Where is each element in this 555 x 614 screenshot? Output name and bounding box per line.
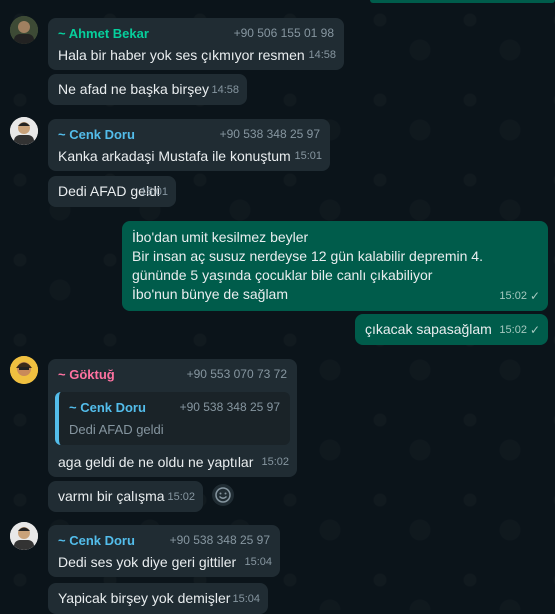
message-status: 15:02 ✓ [499, 287, 540, 306]
emoji-smile-glyph [215, 487, 231, 503]
avatar-cenk[interactable] [10, 522, 38, 550]
message-line: gününde 5 yaşında çocuklar bile canlı çı… [132, 267, 433, 283]
message-time: 15:02 [261, 456, 289, 468]
quoted-sender-row: ~ Cenk Doru +90 538 348 25 97 [69, 398, 280, 417]
message-time: 15:01 [140, 186, 168, 198]
sender-phone: +90 506 155 01 98 [233, 26, 334, 40]
message-bubble[interactable]: Ne afad ne başka birşey 14:58 [48, 74, 247, 105]
message-time: 14:58 [211, 84, 239, 96]
message-text: Hala bir haber yok ses çıkmıyor resmen [58, 47, 305, 63]
sender-name[interactable]: ~ Cenk Doru [58, 531, 135, 550]
previous-message-edge [370, 0, 555, 3]
double-check-icon: ✓ [529, 323, 540, 337]
message-line: İbo'dan umit kesilmez beyler [132, 229, 309, 245]
message-text: Dedi ses yok diye geri gittiler [58, 554, 237, 570]
avatar-image [10, 356, 38, 384]
sender-row: ~ Cenk Doru +90 538 348 25 97 [58, 531, 270, 550]
message-time: 15:04 [232, 593, 260, 605]
message-bubble[interactable]: Yapicak birşey yok demişler 15:04 [48, 583, 268, 614]
message-text: Kanka arkadaşi Mustafa ile konuştum [58, 148, 291, 164]
sender-row: ~ Cenk Doru +90 538 348 25 97 [58, 125, 320, 144]
sender-row: ~ Ahmet Bekar +90 506 155 01 98 [58, 24, 334, 43]
emoji-smile-icon[interactable] [212, 484, 234, 506]
sender-name[interactable]: ~ Cenk Doru [58, 125, 135, 144]
quoted-message[interactable]: ~ Cenk Doru +90 538 348 25 97 Dedi AFAD … [55, 392, 290, 445]
quoted-text: Dedi AFAD geldi [69, 422, 164, 437]
double-check-icon: ✓ [529, 289, 540, 303]
sender-phone: +90 538 348 25 97 [219, 127, 320, 141]
message-bubble[interactable]: varmı bir çalışma 15:02 [48, 481, 203, 512]
message-status: 15:02 ✓ [499, 321, 540, 340]
avatar-cenk[interactable] [10, 117, 38, 145]
message-text: aga geldi de ne oldu ne yaptılar [58, 454, 254, 470]
message-time: 15:02 [499, 324, 527, 336]
avatar-ahmet[interactable] [10, 16, 38, 44]
message-time: 15:02 [499, 290, 527, 302]
avatar-image [10, 522, 38, 550]
avatar-goktug[interactable] [10, 356, 38, 384]
sender-phone: +90 553 070 73 72 [186, 367, 287, 381]
message-bubble[interactable]: ~ Göktuğ +90 553 070 73 72 ~ Cenk Doru +… [48, 359, 297, 477]
quoted-sender-name: ~ Cenk Doru [69, 400, 146, 415]
message-bubble-outgoing[interactable]: çıkacak sapasağlam 15:02 ✓ [355, 314, 548, 345]
avatar-image [10, 117, 38, 145]
message-text: Ne afad ne başka birşey [58, 81, 209, 97]
message-line: Bir insan aç susuz nerdeyse 12 gün kalab… [132, 248, 483, 264]
message-time: 14:58 [308, 49, 336, 61]
message-bubble[interactable]: ~ Ahmet Bekar +90 506 155 01 98 Hala bir… [48, 18, 344, 70]
avatar-image [10, 16, 38, 44]
quoted-sender-phone: +90 538 348 25 97 [179, 400, 280, 414]
message-time: 15:02 [167, 491, 195, 503]
message-time: 15:04 [244, 556, 272, 568]
message-time: 15:01 [294, 150, 322, 162]
sender-name[interactable]: ~ Göktuğ [58, 365, 115, 384]
message-line: İbo'nun bünye de sağlam [132, 286, 289, 302]
sender-row: ~ Göktuğ +90 553 070 73 72 [55, 365, 290, 384]
message-bubble[interactable]: Dedi AFAD geldi 15:01 [48, 176, 176, 207]
sender-phone: +90 538 348 25 97 [169, 533, 270, 547]
message-bubble[interactable]: ~ Cenk Doru +90 538 348 25 97 Kanka arka… [48, 119, 330, 171]
message-text: Yapicak birşey yok demişler [58, 590, 231, 606]
sender-name[interactable]: ~ Ahmet Bekar [58, 24, 149, 43]
message-bubble-outgoing[interactable]: İbo'dan umit kesilmez beyler Bir insan a… [122, 221, 548, 311]
message-bubble[interactable]: ~ Cenk Doru +90 538 348 25 97 Dedi ses y… [48, 525, 280, 577]
